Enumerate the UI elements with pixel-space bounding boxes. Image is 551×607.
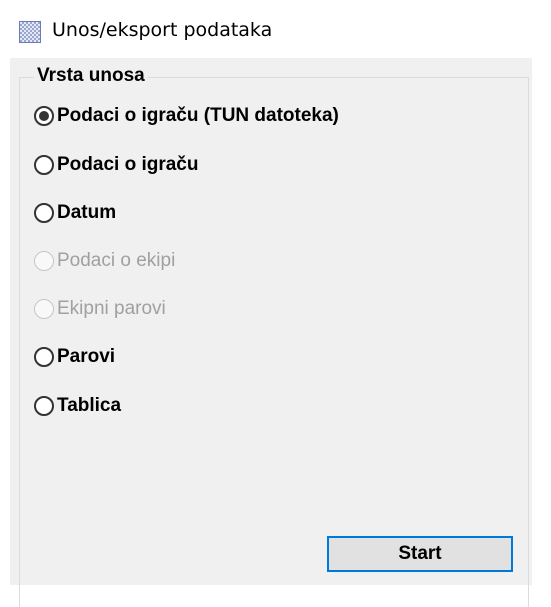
radio-option-label: Datum: [57, 202, 117, 223]
app-window-icon: [19, 21, 41, 43]
radio-unchecked-icon[interactable]: [34, 203, 54, 223]
window-title: Unos/eksport podataka: [52, 19, 273, 41]
radio-unchecked-icon[interactable]: [34, 347, 54, 367]
radio-option-label: Podaci o ekipi: [57, 250, 176, 271]
radio-unchecked-icon[interactable]: [34, 155, 54, 175]
start-button[interactable]: Start: [327, 536, 513, 572]
radio-checked-icon[interactable]: [34, 106, 54, 126]
radio-disabled-icon: [34, 251, 54, 271]
radio-option-player-data[interactable]: Podaci o igraču: [34, 151, 198, 179]
radio-option-label: Parovi: [57, 346, 116, 367]
title-bar: Unos/eksport podataka: [0, 0, 551, 60]
radio-option-team-pairs: Ekipni parovi: [34, 295, 166, 323]
dialog-window: Unos/eksport podataka Vrsta unosa Podaci…: [0, 0, 551, 607]
radio-unchecked-icon[interactable]: [34, 396, 54, 416]
radio-option-player-data-tun[interactable]: Podaci o igraču (TUN datoteka): [34, 102, 339, 130]
radio-option-team-data: Podaci o ekipi: [34, 247, 175, 275]
radio-option-label: Ekipni parovi: [57, 298, 166, 319]
button-focus-ring: [331, 540, 509, 568]
radio-option-label: Podaci o igraču (TUN datoteka): [57, 105, 339, 126]
radio-option-pairs[interactable]: Parovi: [34, 343, 115, 371]
input-type-group-label: Vrsta unosa: [34, 64, 148, 88]
radio-option-table[interactable]: Tablica: [34, 392, 121, 420]
radio-option-label: Podaci o igraču: [57, 154, 199, 175]
radio-option-date[interactable]: Datum: [34, 199, 116, 227]
radio-disabled-icon: [34, 299, 54, 319]
radio-option-label: Tablica: [57, 395, 122, 416]
